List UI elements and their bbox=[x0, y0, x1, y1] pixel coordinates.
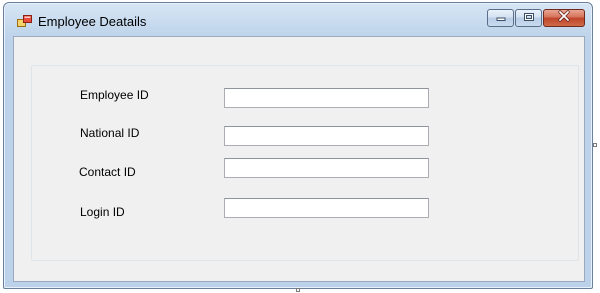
resize-handle-right[interactable] bbox=[593, 143, 597, 147]
national-id-input[interactable] bbox=[224, 126, 429, 146]
window-title: Employee Deatails bbox=[38, 14, 147, 29]
employee-id-input[interactable] bbox=[224, 88, 429, 108]
contact-id-label: Contact ID bbox=[79, 165, 136, 179]
employee-fields-panel: Employee ID National ID Contact ID Login… bbox=[31, 65, 579, 261]
minimize-button[interactable] bbox=[487, 9, 514, 27]
caption-buttons bbox=[487, 9, 585, 28]
contact-id-input[interactable] bbox=[224, 158, 429, 178]
maximize-icon bbox=[523, 9, 535, 27]
form-client-area: Employee ID National ID Contact ID Login… bbox=[13, 36, 585, 282]
minimize-icon bbox=[495, 9, 507, 27]
close-button[interactable] bbox=[543, 9, 585, 27]
close-icon bbox=[557, 9, 571, 27]
employee-id-label: Employee ID bbox=[80, 88, 149, 102]
app-form-icon[interactable] bbox=[17, 14, 33, 28]
employee-details-window: Employee Deatails Employee ID National I… bbox=[3, 2, 593, 289]
title-bar[interactable]: Employee Deatails bbox=[4, 3, 592, 35]
login-id-input[interactable] bbox=[224, 198, 429, 218]
maximize-button[interactable] bbox=[515, 9, 542, 27]
login-id-label: Login ID bbox=[80, 205, 125, 219]
national-id-label: National ID bbox=[80, 126, 140, 140]
resize-handle-bottom[interactable] bbox=[296, 288, 300, 292]
